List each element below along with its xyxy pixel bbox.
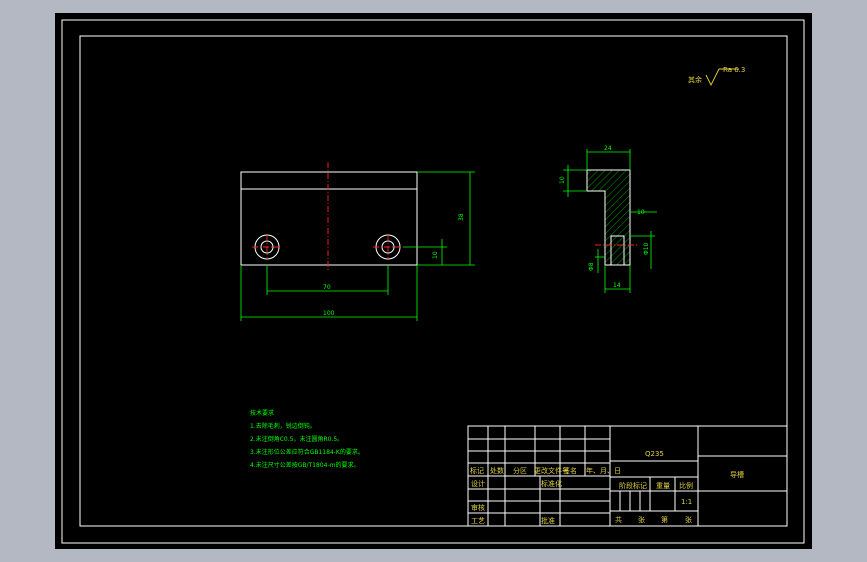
dim-stem-label: 10	[637, 209, 645, 216]
inner-frame	[79, 35, 788, 527]
tb-h-zone: 分区	[513, 466, 527, 475]
roughness-symbol: 其余 Ra 6.3	[688, 66, 745, 87]
roughness-value: Ra 6.3	[723, 66, 745, 74]
cad-viewport[interactable]: 其余 Ra 6.3 70 100 38 10 24 10 10 14 Φ10 Φ…	[55, 13, 812, 549]
dim-top-width: 24	[604, 145, 612, 152]
tb-scale: 比例	[679, 481, 693, 490]
dim-hole-dia: Φ10	[643, 242, 650, 255]
tb-stage-mark: 阶段标记	[619, 481, 647, 490]
tb-h-date: 年、月、日	[586, 466, 621, 475]
dim-top-thickness: 10	[559, 176, 566, 184]
front-view: 70 100 38 10	[240, 162, 475, 321]
tb-sheets-unit1: 张	[638, 515, 645, 524]
dim-hole-depth: Φ8	[588, 262, 595, 271]
roughness-prefix: 其余	[688, 75, 702, 84]
tb-h-count: 处数	[490, 466, 504, 475]
notes-title: 技术要求	[250, 409, 274, 417]
tb-review: 审核	[471, 503, 485, 512]
tb-sheets-no: 第	[661, 515, 668, 524]
tb-scale-value: 1:1	[681, 498, 692, 506]
note-line-3: 3.未注形位公差应符合GB1184-K的要求。	[250, 448, 364, 456]
note-line-4: 4.未注尺寸公差按GB/T1804-m的要求。	[250, 461, 359, 469]
tb-part-name: 导槽	[730, 470, 744, 479]
tb-weight: 重量	[656, 482, 670, 490]
dim-height: 38	[458, 213, 465, 221]
tb-h-sign: 签名	[563, 466, 577, 475]
tb-design: 设计	[471, 479, 485, 488]
tb-process: 工艺	[471, 517, 485, 525]
tb-sheets-unit2: 张	[685, 515, 692, 524]
dim-stem-width: 14	[613, 282, 621, 289]
dim-hole-spacing: 70	[323, 284, 331, 291]
title-block: 标记 处数 分区 更改文件号 签名 年、月、日 设计 标准化 审核 工艺 批准 …	[467, 425, 788, 527]
tb-h-mark: 标记	[470, 466, 484, 475]
note-line-2: 2.未注倒角C0.5，未注圆角R0.5。	[250, 435, 343, 443]
dim-hole-offset: 10	[432, 251, 439, 259]
outer-frame	[61, 19, 805, 544]
tb-sheets-total: 共	[615, 515, 622, 524]
technical-notes: 技术要求 1.去除毛刺，锐边倒钝。 2.未注倒角C0.5，未注圆角R0.5。 3…	[250, 409, 364, 469]
tb-standard: 标准化	[541, 479, 562, 488]
tb-material: Q235	[645, 450, 664, 458]
dim-width: 100	[323, 310, 335, 317]
side-view: 24 10 10 14 Φ10 Φ8	[559, 145, 657, 293]
drawing-canvas: 其余 Ra 6.3 70 100 38 10 24 10 10 14 Φ10 Φ…	[61, 19, 805, 544]
note-line-1: 1.去除毛刺，锐边倒钝。	[250, 422, 316, 430]
tb-approve: 批准	[541, 516, 555, 525]
